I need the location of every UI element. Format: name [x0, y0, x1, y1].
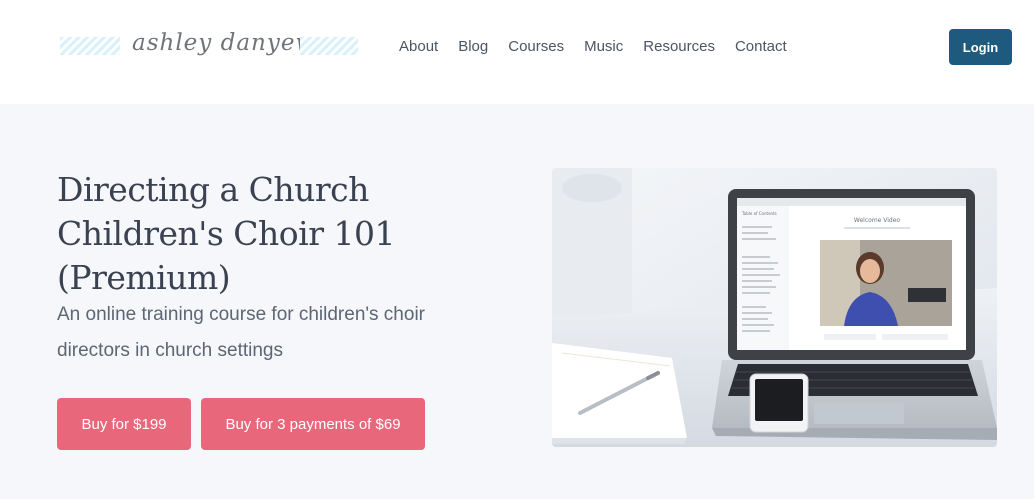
laptop-desk-illustration: Table of Contents Welcome Video: [552, 168, 997, 447]
site-logo[interactable]: ashley danyew: [58, 30, 358, 64]
logo-text: ashley danyew: [132, 30, 317, 56]
buy-installments-button[interactable]: Buy for 3 payments of $69: [201, 398, 425, 450]
nav-item-resources[interactable]: Resources: [643, 38, 715, 56]
svg-text:Welcome Video: Welcome Video: [854, 217, 900, 224]
nav-item-blog[interactable]: Blog: [458, 38, 488, 56]
logo-stripe-left: [60, 37, 120, 55]
nav-item-contact[interactable]: Contact: [735, 38, 787, 56]
site-header: ashley danyew About Blog Courses Music R…: [0, 0, 1034, 104]
buy-full-button[interactable]: Buy for $199: [57, 398, 191, 450]
main-nav: About Blog Courses Music Resources Conta…: [399, 38, 807, 56]
svg-text:Table of Contents: Table of Contents: [741, 211, 777, 216]
page-subtitle: An online training course for children's…: [57, 304, 425, 361]
hero-image: Table of Contents Welcome Video: [552, 168, 997, 447]
nav-item-courses[interactable]: Courses: [508, 38, 564, 56]
logo-stripe-right: [300, 37, 358, 55]
nav-item-about[interactable]: About: [399, 38, 438, 56]
login-button[interactable]: Login: [949, 29, 1012, 65]
page-title: Directing a Church Children's Choir 101 …: [57, 170, 395, 297]
nav-item-music[interactable]: Music: [584, 38, 623, 56]
